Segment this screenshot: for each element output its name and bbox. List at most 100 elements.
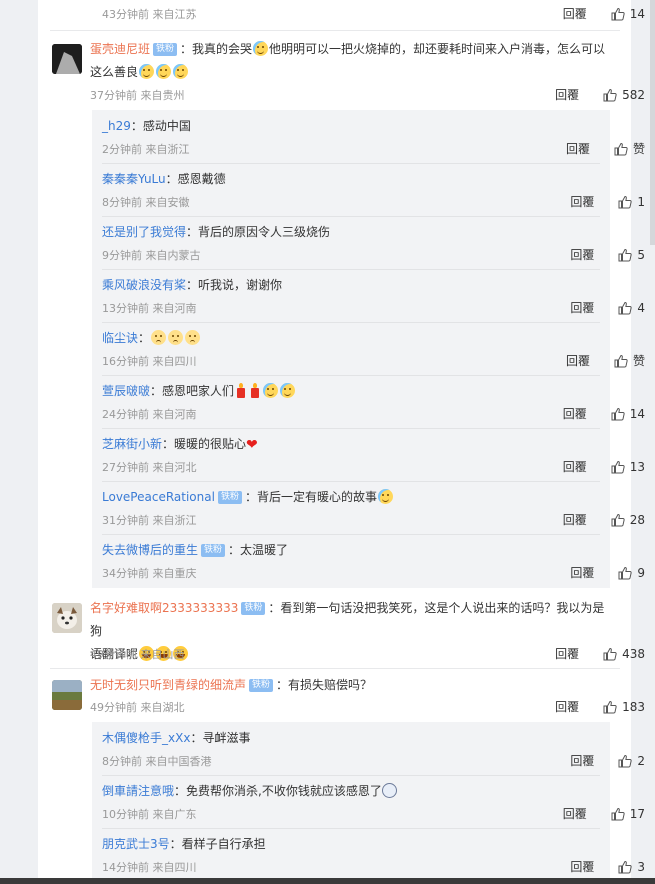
reply-meta: 34分钟前 来自重庆 xyxy=(102,567,197,580)
thumbs-up-icon xyxy=(614,354,628,367)
username[interactable]: 木偶傻枪手_xXx xyxy=(102,731,190,745)
like-button[interactable]: 183 xyxy=(603,700,645,714)
username[interactable]: 朋克武士3号 xyxy=(102,837,170,851)
reply-actions: 回覆 4 xyxy=(570,299,645,316)
like-button[interactable]: 13 xyxy=(611,460,645,474)
divider xyxy=(102,163,600,164)
reply-button[interactable]: 回覆 xyxy=(566,352,590,369)
reply-text: ：寻衅滋事 xyxy=(190,731,251,745)
thumbs-up-icon xyxy=(618,860,633,873)
like-button[interactable]: 赞 xyxy=(614,140,645,157)
reply-button[interactable]: 回覆 xyxy=(563,405,587,422)
divider xyxy=(102,375,600,376)
crying-emoji-icon xyxy=(263,383,279,398)
reply-meta: 27分钟前 来自河北 xyxy=(102,461,197,474)
like-count: 17 xyxy=(629,806,645,821)
fan-badge[interactable]: 铁粉 xyxy=(201,544,226,557)
fan-badge[interactable]: 铁粉 xyxy=(249,679,274,692)
username[interactable]: _h29 xyxy=(102,119,131,133)
comment-body: 无时无刻只听到青绿的细流声 铁粉 ：有损失赔偿吗？ xyxy=(90,674,615,697)
like-button[interactable]: 14 xyxy=(611,7,645,21)
thumbs-up-icon xyxy=(603,647,617,660)
like-button[interactable]: 28 xyxy=(611,513,645,527)
thumbs-up-icon xyxy=(618,566,633,579)
username[interactable]: 临尘诀 xyxy=(102,331,138,345)
fan-badge[interactable]: 铁粉 xyxy=(153,43,178,56)
reply-item: 倒車請注意哦：免费帮你消杀,不收你钱就应该感恩了 xyxy=(102,782,600,800)
reply-button[interactable]: 回覆 xyxy=(563,5,587,22)
like-button[interactable]: 4 xyxy=(618,301,645,315)
like-count: 赞 xyxy=(632,142,645,156)
like-button[interactable]: 赞 xyxy=(614,352,645,369)
like-button[interactable]: 2 xyxy=(618,754,645,768)
like-button[interactable]: 17 xyxy=(611,807,645,821)
username[interactable]: 倒車請注意哦 xyxy=(102,784,174,798)
reply-meta: 31分钟前 来自浙江 xyxy=(102,514,197,527)
like-button[interactable]: 14 xyxy=(611,407,645,421)
reply-meta: 14分钟前 来自四川 xyxy=(102,861,197,874)
reply-button[interactable]: 回覆 xyxy=(570,193,594,210)
like-button[interactable]: 438 xyxy=(603,647,645,661)
like-count: 9 xyxy=(637,565,645,580)
reply-button[interactable]: 回覆 xyxy=(555,645,579,662)
username[interactable]: 秦秦秦YuLu xyxy=(102,172,166,186)
reply-button[interactable]: 回覆 xyxy=(563,458,587,475)
reply-text: ：感恩戴德 xyxy=(165,172,226,186)
username[interactable]: 芝麻街小新 xyxy=(102,437,162,451)
divider xyxy=(50,668,620,669)
reply-button[interactable]: 回覆 xyxy=(570,564,594,581)
thumbs-up-icon xyxy=(614,142,628,155)
reply-text: ：免费帮你消杀,不收你钱就应该感恩了 xyxy=(174,784,382,798)
divider xyxy=(102,322,600,323)
reply-item: 朋克武士3号：看样子自行承担 xyxy=(102,835,600,853)
reply-actions: 回覆 赞 xyxy=(566,352,645,369)
fan-badge[interactable]: 铁粉 xyxy=(217,491,242,504)
crying-emoji-icon xyxy=(173,64,189,79)
reply-meta: 10分钟前 来自广东 xyxy=(102,808,197,821)
username[interactable]: 还是别了我觉得 xyxy=(102,225,186,239)
username[interactable]: 名字好难取啊2333333333 xyxy=(90,601,238,615)
divider xyxy=(50,30,620,31)
avatar[interactable] xyxy=(52,44,82,74)
reply-body: LovePeaceRational 铁粉 ：背后一定有暖心的故事 xyxy=(102,488,600,506)
reply-meta: 16分钟前 来自四川 xyxy=(102,355,197,368)
scrollbar[interactable] xyxy=(650,0,655,245)
username[interactable]: 乘风破浪没有桨 xyxy=(102,278,186,292)
reply-button[interactable]: 回覆 xyxy=(555,86,579,103)
reply-button[interactable]: 回覆 xyxy=(555,698,579,715)
like-count: 14 xyxy=(629,6,645,21)
like-count: 1 xyxy=(637,194,645,209)
like-count: 28 xyxy=(629,512,645,527)
reply-button[interactable]: 回覆 xyxy=(570,752,594,769)
reply-body: 芝麻街小新：暖暖的很贴心❤ xyxy=(102,435,600,454)
reply-meta: 2分钟前 来自浙江 xyxy=(102,143,190,156)
like-button[interactable]: 9 xyxy=(618,566,645,580)
candle-emoji-icon xyxy=(250,383,260,398)
username[interactable]: 萱辰啵啵 xyxy=(102,384,150,398)
username[interactable]: LovePeaceRational xyxy=(102,490,215,504)
avatar[interactable] xyxy=(52,680,82,710)
reply-text: ：感恩吧家人们 xyxy=(150,384,235,398)
sad-emoji-icon xyxy=(151,330,167,345)
thumbs-up-icon xyxy=(603,88,617,101)
like-button[interactable]: 5 xyxy=(618,248,645,262)
reply-button[interactable]: 回覆 xyxy=(563,805,587,822)
like-count: 5 xyxy=(637,247,645,262)
like-button[interactable]: 582 xyxy=(603,88,645,102)
reply-button[interactable]: 回覆 xyxy=(570,299,594,316)
username[interactable]: 失去微博后的重生 xyxy=(102,543,198,557)
reply-button[interactable]: 回覆 xyxy=(570,246,594,263)
like-button[interactable]: 1 xyxy=(618,195,645,209)
username[interactable]: 蛋壳迪尼班 xyxy=(90,42,150,56)
shocked-emoji-icon xyxy=(381,783,397,798)
avatar[interactable] xyxy=(52,603,82,633)
reply-button[interactable]: 回覆 xyxy=(563,511,587,528)
reply-item: 乘风破浪没有桨：听我说，谢谢你 xyxy=(102,276,600,294)
divider xyxy=(102,534,600,535)
reply-actions: 回覆 2 xyxy=(570,752,645,769)
fan-badge[interactable]: 铁粉 xyxy=(241,602,266,615)
reply-button[interactable]: 回覆 xyxy=(566,140,590,157)
like-button[interactable]: 3 xyxy=(618,860,645,874)
username[interactable]: 无时无刻只听到青绿的细流声 xyxy=(90,678,246,692)
reply-button[interactable]: 回覆 xyxy=(570,858,594,875)
